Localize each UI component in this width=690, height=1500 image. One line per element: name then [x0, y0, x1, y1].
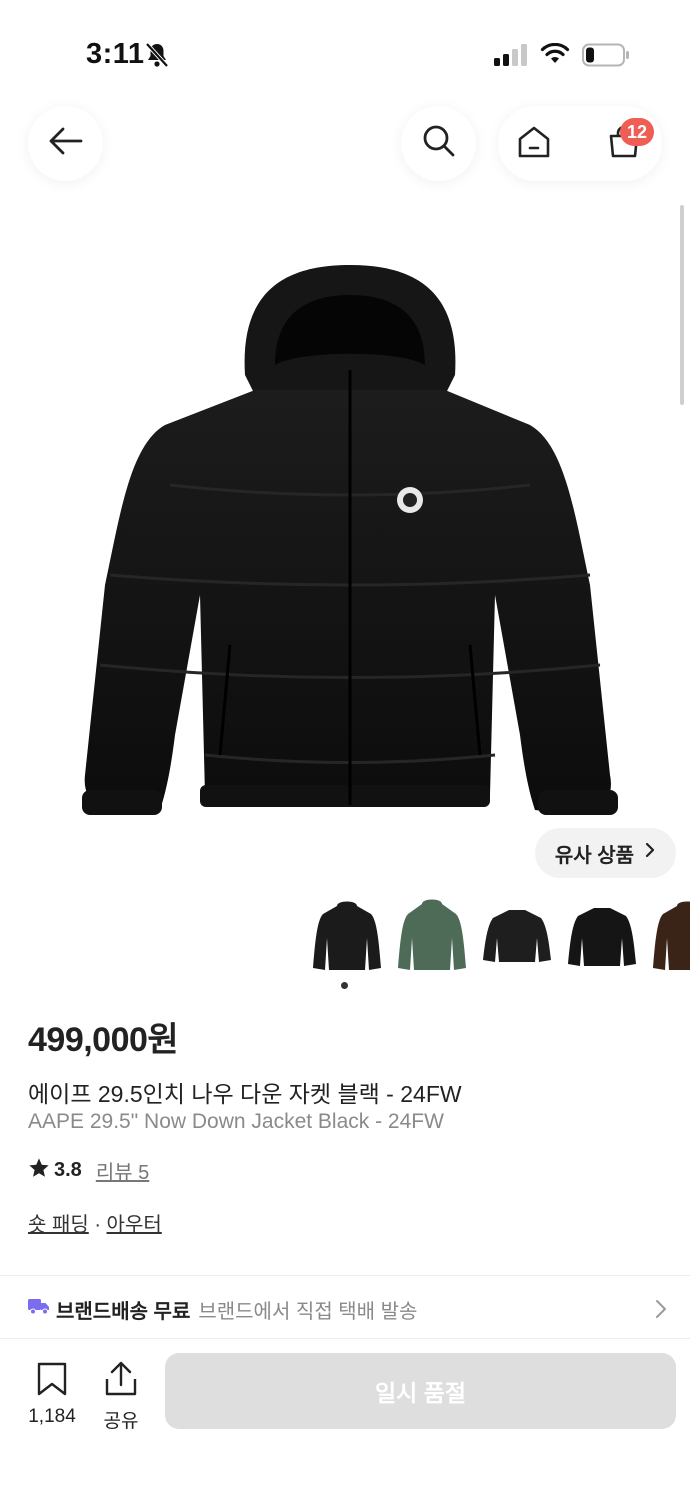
thumbnail-5[interactable] [649, 898, 690, 974]
product-image[interactable] [70, 255, 630, 835]
share-label: 공유 [103, 1411, 139, 1432]
bell-muted-icon [145, 42, 169, 73]
back-button[interactable] [28, 106, 103, 181]
divider [0, 1275, 690, 1276]
thumbnail-jacket [568, 908, 636, 966]
soldout-button[interactable]: 일시 품절 [165, 1353, 676, 1429]
star-icon [28, 1157, 50, 1185]
search-icon [421, 123, 457, 164]
share-icon [104, 1361, 138, 1401]
truck-icon [28, 1297, 50, 1321]
delivery-description: 브랜드에서 직접 택배 발송 [198, 1300, 418, 1323]
carousel-indicator [341, 982, 348, 989]
delivery-title: 브랜드배송 무료 [56, 1300, 191, 1323]
signal-icon [494, 44, 528, 71]
similar-products-button[interactable]: 유사 상품 [535, 828, 676, 878]
category-short-padding-link[interactable]: 숏 패딩 [28, 1214, 89, 1236]
thumbnail-jacket [398, 899, 466, 970]
scrollbar[interactable] [680, 205, 684, 405]
product-price: 499,000원 [28, 1021, 179, 1059]
delivery-info-row[interactable]: 브랜드배송 무료 브랜드에서 직접 택배 발송 [28, 1294, 668, 1324]
thumbnail-3[interactable] [479, 898, 555, 974]
status-bar: 3:11 [0, 0, 690, 100]
thumbnail-jacket [653, 901, 690, 970]
wifi-icon [540, 42, 570, 70]
battery-icon [582, 43, 630, 72]
thumbnail-1[interactable] [309, 898, 385, 974]
category-separator: · [88, 1214, 107, 1236]
chevron-right-icon [644, 841, 656, 865]
share-button[interactable]: 공유 [98, 1361, 144, 1433]
thumbnail-2[interactable] [394, 898, 470, 974]
category-breadcrumb: 숏 패딩 · 아우터 [28, 1208, 162, 1237]
bottom-action-bar: 1,184 공유 일시 품절 [0, 1338, 690, 1500]
product-title-english: AAPE 29.5" Now Down Jacket Black - 24FW [28, 1110, 444, 1133]
thumbnail-jacket [313, 901, 381, 970]
product-title-korean: 에이프 29.5인치 나우 다운 자켓 블랙 - 24FW [28, 1081, 462, 1107]
category-outer-link[interactable]: 아우터 [107, 1214, 162, 1236]
bookmark-count: 1,184 [28, 1406, 76, 1427]
similar-products-label: 유사 상품 [554, 844, 635, 867]
home-icon [516, 124, 552, 165]
thumbnail-4[interactable] [564, 898, 640, 974]
bookmark-icon [35, 1362, 69, 1401]
rating-score: 3.8 [54, 1159, 82, 1181]
thumbnail-jacket [483, 910, 551, 962]
search-button[interactable] [401, 106, 476, 181]
thumbnail-strip[interactable] [305, 898, 690, 978]
reviews-link[interactable]: 리뷰 5 [96, 1156, 149, 1185]
arrow-left-icon [48, 125, 84, 162]
cart-count-badge: 12 [620, 118, 654, 146]
chevron-right-icon [654, 1298, 668, 1326]
home-button[interactable] [508, 118, 560, 170]
status-time: 3:11 [86, 38, 145, 70]
bookmark-button[interactable]: 1,184 [26, 1361, 78, 1428]
rating-row: 3.8 리뷰 5 [28, 1156, 149, 1185]
